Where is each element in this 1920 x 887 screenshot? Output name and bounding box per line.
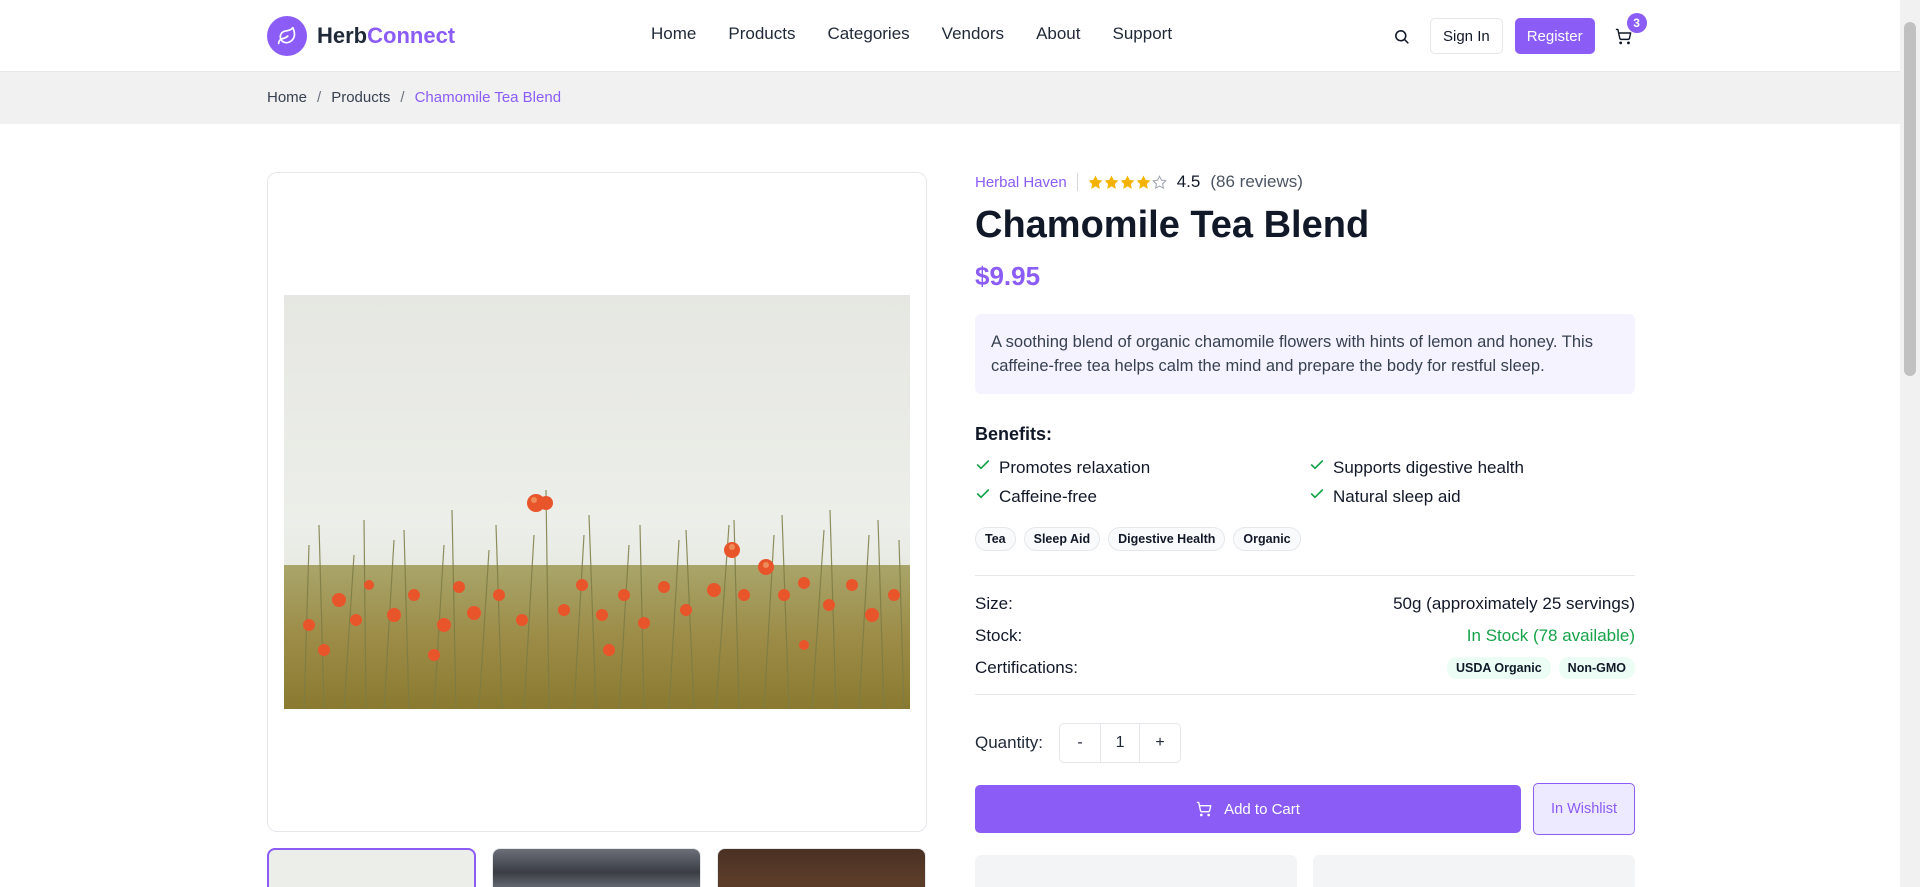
benefits-heading: Benefits: [975, 424, 1053, 444]
product-details: Herbal Haven 4.5 (86 reviews) Chamomile … [975, 172, 1635, 887]
benefit-item: Supports digestive health [1309, 457, 1635, 478]
breadcrumb-home[interactable]: Home [267, 89, 307, 106]
brand-logo[interactable]: HerbConnect [267, 16, 455, 56]
check-icon [975, 486, 991, 507]
thumbnail-3[interactable] [717, 848, 926, 887]
breadcrumb-products[interactable]: Products [331, 89, 390, 106]
brand-name: HerbConnect [317, 23, 456, 48]
star-icon [1088, 175, 1103, 189]
tag-chip[interactable]: Sleep Aid [1023, 527, 1101, 551]
benefit-label: Promotes relaxation [999, 457, 1151, 477]
spec-certifications: Certifications: USDA Organic Non-GMO [975, 652, 1635, 684]
quantity-increase-button[interactable]: + [1140, 724, 1180, 762]
cart-button[interactable]: 3 [1607, 13, 1647, 53]
nav-categories[interactable]: Categories [827, 24, 909, 44]
review-count[interactable]: (86 reviews) [1210, 172, 1303, 192]
cart-count-badge: 3 [1626, 13, 1647, 33]
breadcrumb-separator: / [317, 89, 322, 106]
wishlist-button[interactable]: In Wishlist [1533, 783, 1635, 835]
benefit-label: Supports digestive health [1333, 457, 1524, 477]
info-card [1313, 855, 1635, 887]
rating-value: 4.5 [1176, 172, 1201, 191]
quantity-stepper: - 1 + [1059, 723, 1182, 763]
benefit-item: Promotes relaxation [975, 457, 1309, 478]
tag-chip[interactable]: Organic [1233, 527, 1301, 551]
spec-stock: Stock: In Stock (78 available) [975, 620, 1635, 652]
quantity-label: Quantity: [975, 733, 1044, 752]
quantity-row: Quantity: - 1 + [975, 723, 1635, 763]
nav-vendors[interactable]: Vendors [942, 24, 1004, 44]
star-icon [1151, 174, 1167, 189]
breadcrumb-current: Chamomile Tea Blend [414, 89, 562, 106]
breadcrumb-separator: / [400, 89, 405, 106]
breadcrumb: Home / Products / Chamomile Tea Blend [267, 89, 561, 106]
add-to-cart-label: Add to Cart [1224, 800, 1300, 818]
thumbnail-2[interactable] [492, 848, 701, 887]
product-main-image[interactable] [284, 295, 910, 709]
register-button[interactable]: Register [1514, 18, 1595, 54]
stock-status: In Stock (78 available) [1466, 626, 1635, 645]
benefit-item: Caffeine-free [975, 486, 1309, 507]
thumbnail-strip [267, 848, 926, 887]
rating-stars [1088, 174, 1167, 190]
purchase-actions: Add to Cart In Wishlist [975, 783, 1635, 835]
product-description: A soothing blend of organic chamomile fl… [975, 314, 1635, 394]
divider [1076, 173, 1078, 191]
leaf-icon [267, 16, 307, 56]
star-icon [1120, 175, 1135, 189]
nav-home[interactable]: Home [651, 24, 696, 44]
spec-size: Size: 50g (approximately 25 servings) [975, 588, 1635, 620]
header-actions: Sign In Register 3 [1384, 13, 1647, 54]
certification-badge: USDA Organic [1447, 657, 1551, 679]
benefit-label: Natural sleep aid [1333, 486, 1461, 506]
spec-label: Certifications: [975, 658, 1078, 677]
product-price: $9.95 [975, 261, 1041, 291]
product-meta: Herbal Haven 4.5 (86 reviews) [975, 172, 1635, 192]
quantity-input[interactable]: 1 [1100, 724, 1141, 762]
page-scrollbar[interactable] [1900, 0, 1920, 887]
sign-in-button[interactable]: Sign In [1430, 18, 1503, 54]
site-header: HerbConnect Home Products Categories Ven… [0, 0, 1900, 72]
add-to-cart-button[interactable]: Add to Cart [975, 785, 1521, 833]
product-gallery [267, 172, 927, 832]
check-icon [1309, 457, 1325, 478]
certification-badges: USDA Organic Non-GMO [1447, 657, 1635, 679]
tag-list: Tea Sleep Aid Digestive Health Organic [975, 527, 1635, 551]
vendor-link[interactable]: Herbal Haven [975, 174, 1067, 191]
benefits-list: Promotes relaxation Supports digestive h… [975, 457, 1635, 507]
certification-badge: Non-GMO [1558, 657, 1635, 679]
spec-label: Stock: [975, 626, 1023, 645]
star-icon [1136, 175, 1151, 189]
tag-chip[interactable]: Tea [975, 527, 1016, 551]
info-card [975, 855, 1297, 887]
check-icon [975, 457, 991, 478]
cart-icon [1196, 801, 1212, 817]
quantity-decrease-button[interactable]: - [1060, 724, 1100, 762]
scrollbar-thumb[interactable] [1904, 22, 1916, 376]
breadcrumb-bar: Home / Products / Chamomile Tea Blend [0, 72, 1900, 124]
benefit-label: Caffeine-free [999, 486, 1097, 506]
nav-about[interactable]: About [1036, 24, 1080, 44]
main-nav: Home Products Categories Vendors About S… [651, 24, 1172, 44]
nav-support[interactable]: Support [1113, 24, 1173, 44]
check-icon [1309, 486, 1325, 507]
product-specs: Size: 50g (approximately 25 servings) St… [975, 575, 1635, 695]
product-title: Chamomile Tea Blend [975, 204, 1370, 246]
thumbnail-1[interactable] [267, 848, 476, 887]
spec-value: 50g (approximately 25 servings) [1393, 594, 1635, 613]
info-cards [975, 855, 1635, 887]
benefit-item: Natural sleep aid [1309, 486, 1635, 507]
tag-chip[interactable]: Digestive Health [1108, 527, 1226, 551]
search-icon[interactable] [1384, 19, 1418, 53]
spec-label: Size: [975, 594, 1013, 613]
nav-products[interactable]: Products [728, 24, 795, 44]
star-icon [1104, 175, 1119, 189]
